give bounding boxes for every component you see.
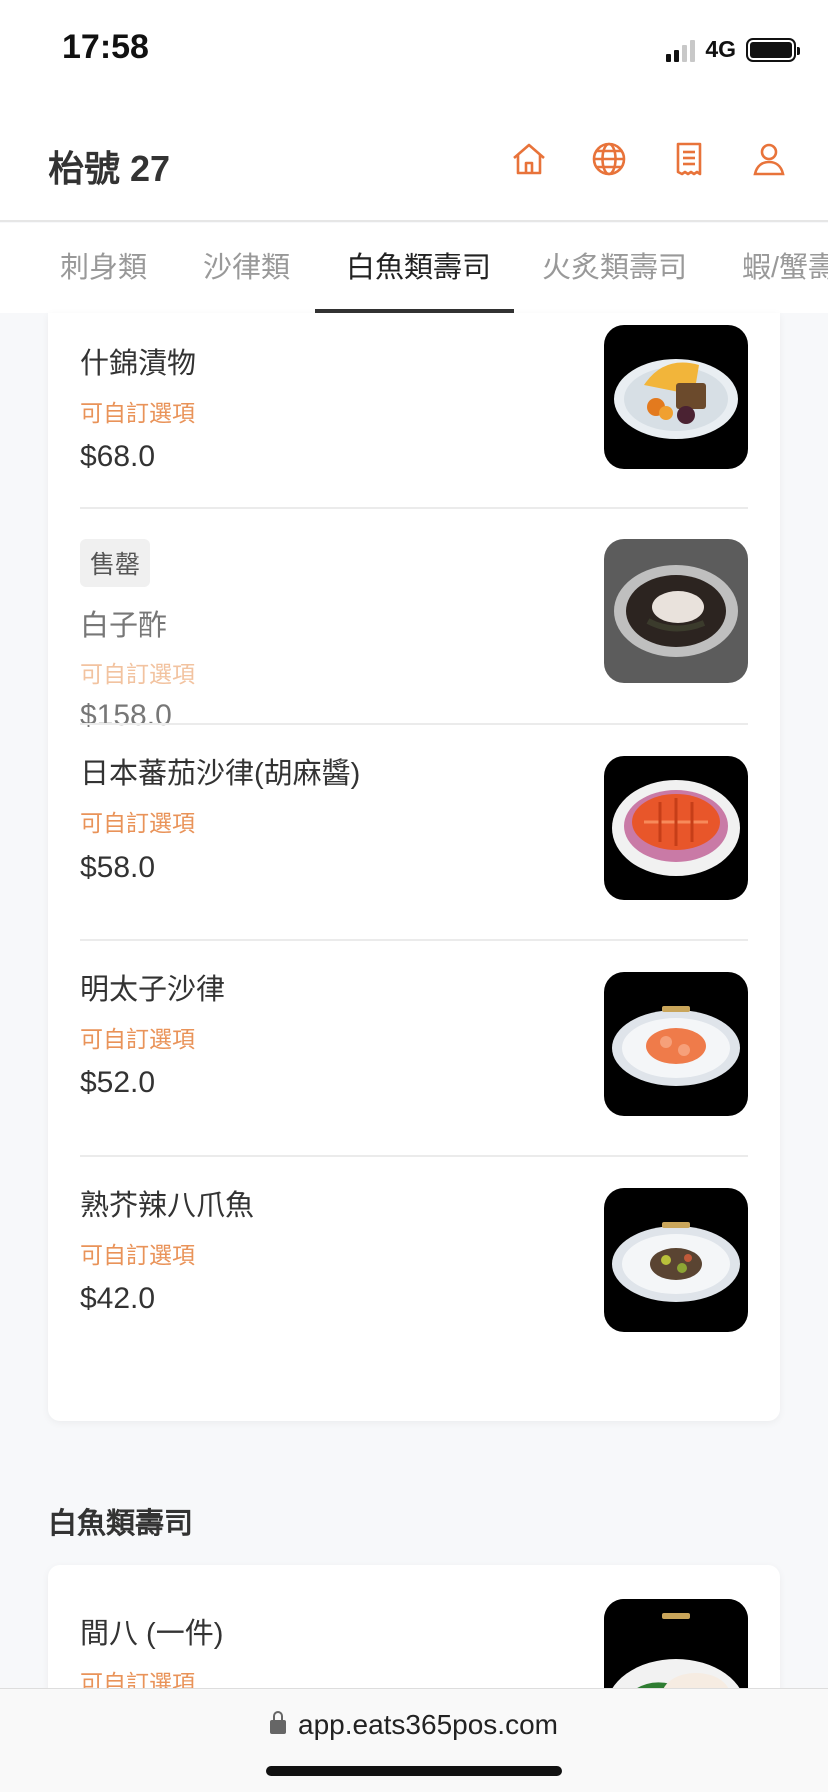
menu-card: 什錦漬物 可自訂選項 $68.0 售罄 白子酢 可自訂選項 $158.0 日本蕃…: [48, 313, 780, 1421]
menu-item[interactable]: 日本蕃茄沙律(胡麻醬) 可自訂選項 $58.0: [80, 725, 748, 940]
menu-item[interactable]: 售罄 白子酢 可自訂選項 $158.0: [80, 509, 748, 732]
item-option: 可自訂選項: [80, 661, 195, 687]
item-name: 間八 (一件): [80, 1618, 224, 1650]
item-price: $68.0: [80, 440, 156, 473]
tab-white-fish-sushi[interactable]: 白魚類壽司: [346, 223, 491, 313]
status-indicators: 4G: [666, 36, 800, 63]
item-name: 白子酢: [80, 610, 168, 642]
item-name: 明太子沙律: [80, 974, 226, 1006]
table-number-title: 枱號 27: [48, 148, 171, 189]
item-name: 什錦漬物: [80, 348, 197, 380]
home-icon[interactable]: [506, 136, 552, 182]
globe-icon[interactable]: [586, 136, 632, 182]
lock-icon: [270, 1711, 287, 1734]
item-image[interactable]: [604, 1188, 748, 1332]
category-tabs: 刺身類 沙律類 白魚類壽司 火炙類壽司 蝦/蟹壽: [0, 223, 828, 313]
status-bar: 17:58 4G: [0, 0, 828, 100]
user-icon[interactable]: [746, 136, 792, 182]
tab-shrimp-crab-sushi[interactable]: 蝦/蟹壽: [742, 223, 828, 313]
tab-salad[interactable]: 沙律類: [203, 223, 290, 313]
item-option: 可自訂選項: [80, 810, 195, 836]
header-actions: [506, 136, 792, 182]
item-option: 可自訂選項: [80, 1242, 195, 1268]
url-text: app.eats365pos.com: [298, 1709, 558, 1740]
section-title: 白魚類壽司: [48, 1508, 194, 1540]
tab-sashimi[interactable]: 刺身類: [60, 223, 147, 313]
url-display[interactable]: app.eats365pos.com: [0, 1709, 828, 1741]
item-image[interactable]: [604, 972, 748, 1116]
item-name: 日本蕃茄沙律(胡麻醬): [80, 758, 361, 790]
item-price: $58.0: [80, 851, 156, 884]
item-name: 熟芥辣八爪魚: [80, 1190, 255, 1222]
signal-icon: [666, 38, 696, 62]
item-image[interactable]: [604, 539, 748, 683]
item-option: 可自訂選項: [80, 400, 195, 426]
item-price: $42.0: [80, 1282, 156, 1315]
home-indicator[interactable]: [266, 1766, 562, 1776]
item-image[interactable]: [604, 325, 748, 469]
item-price: $52.0: [80, 1066, 156, 1099]
menu-item[interactable]: 什錦漬物 可自訂選項 $68.0: [80, 313, 748, 508]
battery-icon: [746, 37, 800, 62]
item-image[interactable]: [604, 756, 748, 900]
tab-aburi-sushi[interactable]: 火炙類壽司: [542, 223, 687, 313]
status-time: 17:58: [62, 28, 149, 66]
item-option: 可自訂選項: [80, 1026, 195, 1052]
receipt-icon[interactable]: [666, 136, 712, 182]
browser-url-bar[interactable]: app.eats365pos.com: [0, 1688, 828, 1792]
menu-item[interactable]: 熟芥辣八爪魚 可自訂選項 $42.0: [80, 1157, 748, 1407]
menu-item[interactable]: 明太子沙律 可自訂選項 $52.0: [80, 941, 748, 1155]
sold-out-badge: 售罄: [80, 539, 151, 587]
network-label: 4G: [705, 36, 736, 62]
app-header: 枱號 27: [0, 100, 828, 222]
